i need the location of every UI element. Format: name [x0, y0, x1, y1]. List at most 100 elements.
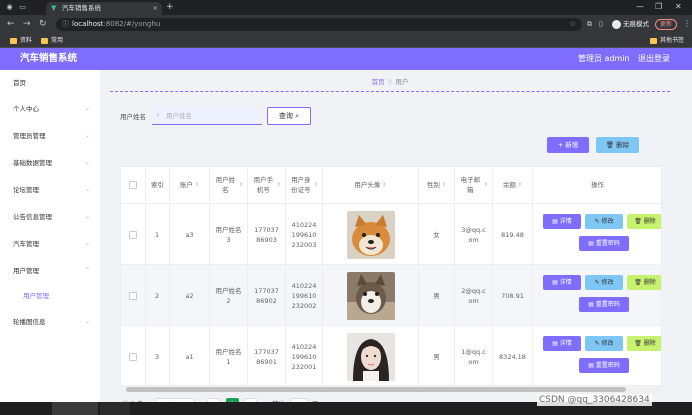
column-header-email[interactable]: 电子邮箱 ⇕ — [455, 167, 493, 204]
column-header-balance[interactable]: 余额 ⇕ — [493, 167, 533, 204]
sort-icon[interactable]: ⇕ — [442, 180, 446, 190]
sidebar-subitem-users[interactable]: 用户管理 — [0, 284, 100, 308]
sidebar-item-home[interactable]: 首页 — [0, 70, 100, 96]
batch-delete-button[interactable]: 🗑 删除 — [596, 137, 639, 153]
breadcrumb: 首页 ⚲ 用户 — [110, 74, 670, 92]
browser-tab[interactable]: ▼ 汽车销售系统 × — [46, 2, 162, 15]
edit-button[interactable]: ✎ 修改 — [585, 214, 623, 229]
delete-button[interactable]: 🗑 删除 — [627, 336, 661, 351]
row-select-cell — [121, 326, 146, 385]
breadcrumb-separator-icon: ⚲ — [387, 78, 393, 86]
close-tab-icon[interactable]: × — [153, 2, 158, 15]
taskbar-app-tile[interactable] — [100, 402, 130, 415]
delete-button[interactable]: 🗑 删除 — [627, 275, 661, 290]
cell-actions: ▤ 详情 ✎ 修改 🗑 删除 ▤ 重置密码 — [533, 204, 661, 265]
chevron-down-icon: ⌄ — [84, 105, 90, 112]
browser-menu-icon[interactable]: ◉ — [5, 3, 14, 12]
sort-icon[interactable]: ⇕ — [239, 180, 243, 190]
sidebar-item-profile[interactable]: 个人中心 ⌄ — [0, 96, 100, 122]
bookmark-folder-ziliao[interactable]: 资料 — [10, 36, 32, 46]
sort-icon[interactable]: ⇕ — [484, 180, 488, 190]
cell-avatar — [323, 265, 419, 326]
bookmark-folder-changyong[interactable]: 常用 — [41, 36, 63, 46]
sidebar-item-basedata[interactable]: 基础数据管理 ⌄ — [0, 150, 100, 176]
minimize-icon[interactable]: — — [636, 2, 644, 11]
sidebar-item-forum[interactable]: 论坛管理 ⌄ — [0, 177, 100, 203]
add-button[interactable]: + 新增 — [547, 137, 589, 153]
sidebar-item-admins[interactable]: 管理员管理 ⌄ — [0, 123, 100, 149]
sort-icon[interactable]: ⇕ — [518, 180, 522, 190]
update-button[interactable]: 更新 — [655, 19, 678, 30]
column-header-gender[interactable]: 性别 ⇕ — [419, 167, 455, 204]
header-select-all[interactable] — [121, 167, 146, 204]
reset-password-button[interactable]: ▤ 重置密码 — [579, 297, 629, 312]
edit-button[interactable]: ✎ 修改 — [585, 275, 623, 290]
site-info-icon[interactable]: ⓘ — [62, 18, 69, 31]
back-icon[interactable]: ← — [7, 19, 15, 29]
sidebar-item-cars[interactable]: 汽车管理 ⌄ — [0, 231, 100, 257]
scrollbar-thumb[interactable] — [126, 387, 626, 392]
sidebar-item-carousel[interactable]: 轮播图信息 ⌄ — [0, 309, 100, 335]
bookmark-star-icon[interactable]: ☆ — [570, 18, 576, 31]
select-all-checkbox[interactable] — [129, 181, 137, 189]
table-horizontal-scrollbar[interactable] — [120, 386, 662, 393]
breadcrumb-home[interactable]: 首页 — [372, 78, 385, 86]
cell-avatar — [323, 204, 419, 265]
sidebar-item-users[interactable]: 用户管理 ⌃ — [0, 258, 100, 284]
tab-search-icon[interactable]: ▭ — [18, 3, 27, 12]
reset-password-button[interactable]: ▤ 重置密码 — [579, 358, 629, 373]
url-bar[interactable]: ⓘ localhost:8082/#/yonghu ☆ — [56, 18, 582, 31]
app-header: 汽车销售系统 管理员 admin 退出登录 — [0, 48, 692, 70]
cell-name: 用户姓名3 — [210, 204, 248, 265]
column-header-idcard[interactable]: 用户身份证号 ⇕ — [286, 167, 323, 204]
row-checkbox[interactable] — [129, 352, 137, 361]
url-host: localhost — [72, 20, 104, 28]
cell-email: 3@qq.com — [455, 204, 493, 265]
cell-account: a3 — [170, 204, 210, 265]
detail-button[interactable]: ▤ 详情 — [543, 214, 581, 229]
new-tab-icon[interactable]: + — [166, 2, 174, 12]
avatar-portrait — [346, 332, 395, 381]
column-header-phone[interactable]: 用户手机号 ⇕ — [248, 167, 286, 204]
side-panel-icon[interactable]: ▯ — [599, 20, 607, 28]
cell-idcard: 410224199610232003 — [286, 204, 323, 265]
restore-icon[interactable]: ❐ — [655, 2, 662, 11]
column-header-avatar[interactable]: 用户头像 ⇕ — [323, 167, 419, 204]
folder-icon — [10, 37, 17, 44]
bookmark-folder-other[interactable]: 其他书签 — [650, 36, 684, 46]
more-menu-icon[interactable]: ⋮ — [683, 19, 691, 28]
reset-password-button[interactable]: ▤ 重置密码 — [579, 236, 629, 251]
sort-icon[interactable]: ⇕ — [314, 180, 318, 190]
cell-phone: 17703786903 — [248, 204, 286, 265]
forward-icon[interactable]: → — [23, 19, 31, 29]
detail-button[interactable]: ▤ 详情 — [543, 275, 581, 290]
sort-icon[interactable]: ⇕ — [382, 180, 386, 190]
row-checkbox[interactable] — [129, 291, 137, 300]
edit-button[interactable]: ✎ 修改 — [585, 336, 623, 351]
sidebar-item-notices[interactable]: 公告信息管理 ⌄ — [0, 204, 100, 230]
cell-index: 3 — [146, 326, 170, 385]
trash-icon: 🗑 — [605, 141, 615, 149]
column-header-account[interactable]: 账户 ⇕ — [170, 167, 210, 204]
sort-icon[interactable]: ⇕ — [277, 180, 281, 190]
avatar-shiba — [346, 210, 395, 259]
search-input[interactable] — [152, 107, 262, 125]
query-button[interactable]: 查询 ⌕ — [267, 107, 311, 125]
chevron-down-icon: ⌄ — [84, 318, 90, 325]
column-header-actions: 操作 — [533, 167, 661, 204]
extensions-icon[interactable]: ⧉ — [587, 20, 595, 28]
taskbar-app-tile[interactable] — [52, 402, 98, 415]
cell-actions: ▤ 详情 ✎ 修改 🗑 删除 ▤ 重置密码 — [533, 326, 661, 385]
sort-icon[interactable]: ⇕ — [195, 180, 199, 190]
window-close-icon[interactable]: ✕ — [675, 2, 682, 11]
delete-button[interactable]: 🗑 删除 — [627, 214, 661, 229]
app-title: 汽车销售系统 — [20, 53, 78, 64]
column-header-name[interactable]: 用户姓名 ⇕ — [210, 167, 248, 204]
logout-link[interactable]: 退出登录 — [638, 48, 670, 70]
row-select-cell — [121, 265, 146, 326]
incognito-indicator[interactable]: 无痕模式 — [612, 19, 649, 29]
reload-icon[interactable]: ↻ — [39, 19, 47, 29]
row-checkbox[interactable] — [129, 230, 137, 239]
detail-button[interactable]: ▤ 详情 — [543, 336, 581, 351]
csdn-watermark: CSDN @qq_3306428634 — [537, 394, 652, 406]
